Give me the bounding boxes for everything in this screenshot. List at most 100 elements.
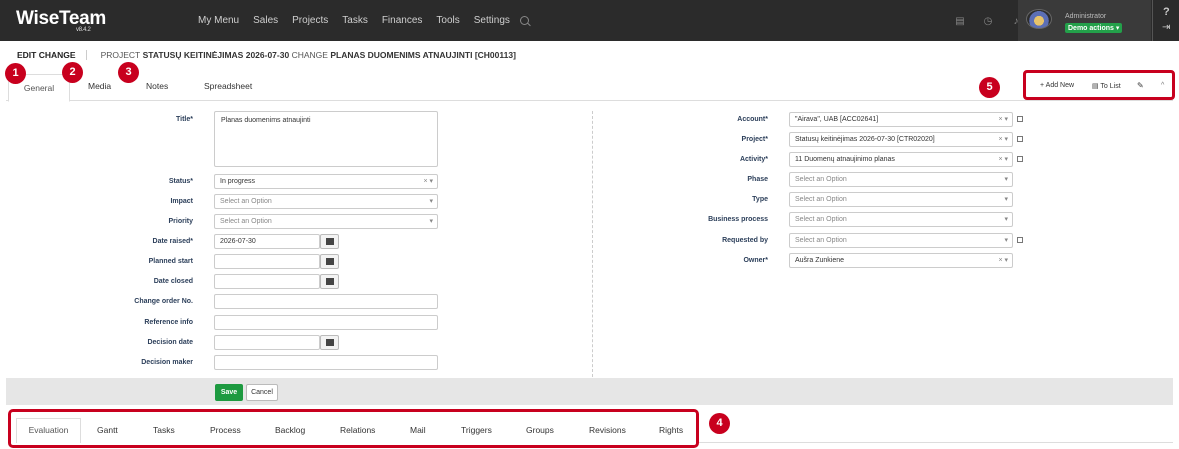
chevron-down-icon: ▾ [1004, 176, 1008, 183]
marker-4: 4 [709, 413, 730, 434]
tab-mail[interactable]: Mail [410, 425, 426, 435]
tab-process[interactable]: Process [210, 425, 241, 435]
tab-triggers[interactable]: Triggers [461, 425, 492, 435]
open-link-icon[interactable] [1017, 116, 1023, 122]
breadcrumb-project-prefix: PROJECT [100, 50, 141, 60]
tabs-baseline [699, 442, 1173, 443]
open-link-icon[interactable] [1017, 136, 1023, 142]
clear-dropdown-icon[interactable]: × ▾ [998, 135, 1008, 143]
nav-tasks[interactable]: Tasks [342, 15, 368, 26]
collapse-icon[interactable]: ^ [1161, 82, 1164, 89]
clear-dropdown-icon[interactable]: × ▾ [998, 115, 1008, 123]
open-link-icon[interactable] [1017, 237, 1023, 243]
type-placeholder: Select an Option [795, 196, 847, 203]
to-list-button[interactable]: ▤ To List [1092, 82, 1121, 90]
nav-projects[interactable]: Projects [292, 15, 328, 26]
tab-groups[interactable]: Groups [526, 425, 554, 435]
date-raised-input[interactable]: 2026-07-30 [214, 234, 320, 249]
phase-label: Phase [747, 176, 768, 183]
calendar-icon[interactable] [320, 234, 339, 249]
tab-tasks[interactable]: Tasks [153, 425, 175, 435]
priority-select[interactable]: Select an Option ▾ [214, 214, 438, 229]
avatar[interactable] [1026, 9, 1052, 29]
status-value: In progress [220, 178, 256, 185]
related-tabs: Evaluation Gantt Tasks Process Backlog R… [8, 409, 699, 448]
demo-actions-button[interactable]: Demo actions ▾ [1065, 23, 1123, 33]
tab-backlog[interactable]: Backlog [275, 425, 305, 435]
tab-spreadsheet[interactable]: Spreadsheet [204, 81, 252, 91]
chevron-down-icon: ▾ [1004, 237, 1008, 244]
cancel-button[interactable]: Cancel [246, 384, 278, 401]
project-label: Project* [741, 136, 768, 143]
help-icon[interactable]: ? [1163, 6, 1170, 18]
project-select[interactable]: Statusų keitinėjimas 2026-07-30 [CTR0202… [789, 132, 1013, 147]
planned-start-input[interactable] [214, 254, 320, 269]
type-select[interactable]: Select an Option ▾ [789, 192, 1013, 207]
nav-tools[interactable]: Tools [436, 15, 459, 26]
top-navbar: WiseTeam v8.4.2 My Menu Sales Projects T… [0, 0, 1179, 41]
owner-label: Owner* [743, 257, 768, 264]
status-select[interactable]: In progress × ▾ [214, 174, 438, 189]
tab-revisions[interactable]: Revisions [589, 425, 626, 435]
clear-dropdown-icon[interactable]: × ▾ [998, 256, 1008, 264]
breadcrumb-project-name[interactable]: STATUSŲ KEITINĖJIMAS 2026-07-30 [143, 50, 290, 60]
main-menu: My Menu Sales Projects Tasks Finances To… [198, 0, 529, 41]
phase-placeholder: Select an Option [795, 176, 847, 183]
marker-2: 2 [62, 62, 83, 83]
account-select[interactable]: "Airava", UAB [ACC02641] × ▾ [789, 112, 1013, 127]
app-version: v8.4.2 [76, 27, 91, 33]
status-label: Status* [168, 178, 193, 185]
breadcrumb: EDIT CHANGE PROJECT STATUSŲ KEITINĖJIMAS… [17, 50, 516, 60]
change-order-label: Change order No. [134, 298, 193, 305]
pencil-icon[interactable]: ✎ [1137, 81, 1144, 90]
nav-settings[interactable]: Settings [474, 15, 510, 26]
calendar-icon[interactable] [320, 335, 339, 350]
nav-finances[interactable]: Finances [382, 15, 423, 26]
tab-gantt[interactable]: Gantt [97, 425, 118, 435]
decision-maker-label: Decision maker [141, 359, 193, 366]
activity-select[interactable]: 11 Duomenų atnaujinimo planas × ▾ [789, 152, 1013, 167]
logout-icon[interactable]: ⇥ [1162, 22, 1170, 33]
reference-info-input[interactable] [214, 315, 438, 330]
decision-date-input[interactable] [214, 335, 320, 350]
chevron-down-icon: ▾ [1004, 196, 1008, 203]
save-button[interactable]: Save [215, 384, 243, 401]
owner-select[interactable]: Aušra Zunkiene × ▾ [789, 253, 1013, 268]
requested-by-select[interactable]: Select an Option ▾ [789, 233, 1013, 248]
tab-notes[interactable]: Notes [146, 81, 168, 91]
business-process-select[interactable]: Select an Option ▾ [789, 212, 1013, 227]
tab-relations[interactable]: Relations [340, 425, 375, 435]
account-label: Account* [737, 116, 768, 123]
nav-sales[interactable]: Sales [253, 15, 278, 26]
activity-value: 11 Duomenų atnaujinimo planas [795, 156, 895, 163]
clock-icon[interactable]: ◷ [974, 16, 1002, 27]
business-process-placeholder: Select an Option [795, 216, 847, 223]
impact-select[interactable]: Select an Option ▾ [214, 194, 438, 209]
date-closed-input[interactable] [214, 274, 320, 289]
tab-evaluation[interactable]: Evaluation [16, 418, 81, 443]
list-icon[interactable]: ▤ [946, 16, 974, 27]
decision-maker-input[interactable] [214, 355, 438, 370]
page-title: EDIT CHANGE [17, 50, 87, 60]
search-icon[interactable] [519, 16, 529, 25]
user-role: Administrator [1065, 13, 1107, 20]
clear-dropdown-icon[interactable]: × ▾ [998, 155, 1008, 163]
calendar-icon[interactable] [320, 254, 339, 269]
user-block[interactable]: Administrator Demo actions ▾ [1018, 0, 1151, 41]
nav-my-menu[interactable]: My Menu [198, 15, 239, 26]
calendar-icon[interactable] [320, 274, 339, 289]
requested-by-placeholder: Select an Option [795, 237, 847, 244]
add-new-button[interactable]: + Add New [1040, 82, 1074, 89]
tab-media[interactable]: Media [88, 81, 111, 91]
account-value: "Airava", UAB [ACC02641] [795, 116, 879, 123]
title-textarea[interactable]: Planas duomenims atnaujinti [214, 111, 438, 167]
open-link-icon[interactable] [1017, 156, 1023, 162]
clear-dropdown-icon[interactable]: × ▾ [423, 177, 433, 185]
change-order-input[interactable] [214, 294, 438, 309]
tab-rights[interactable]: Rights [659, 425, 683, 435]
phase-select[interactable]: Select an Option ▾ [789, 172, 1013, 187]
column-divider [592, 111, 593, 377]
type-label: Type [752, 196, 768, 203]
chevron-down-icon: ▾ [429, 218, 433, 225]
app-logo[interactable]: WiseTeam v8.4.2 [16, 8, 106, 33]
